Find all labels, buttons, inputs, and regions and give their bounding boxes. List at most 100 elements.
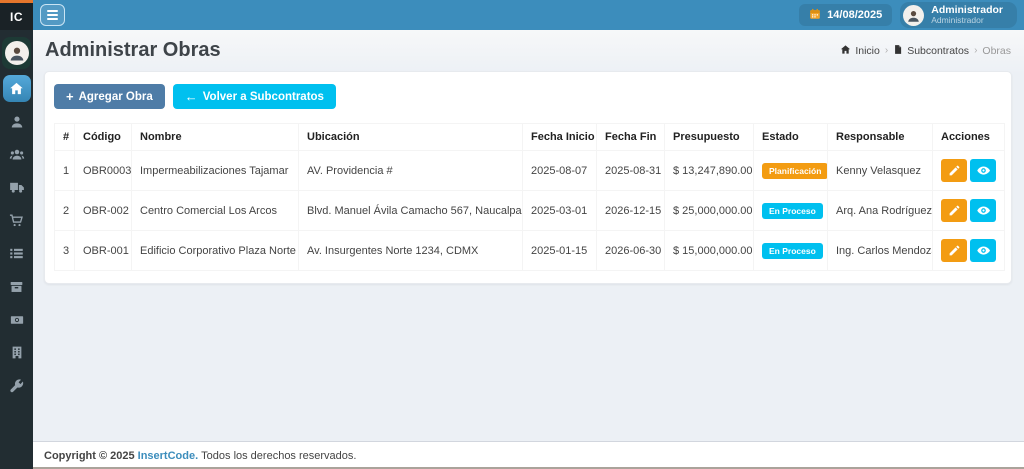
user-role: Administrador	[931, 16, 1003, 25]
file-icon	[893, 44, 903, 58]
view-button[interactable]	[970, 239, 996, 262]
cell-fecha-fin: 2026-12-15	[597, 191, 665, 231]
sidebar-item-home[interactable]	[3, 75, 31, 102]
sidebar-item-tools[interactable]	[3, 372, 31, 399]
user-icon	[10, 115, 24, 129]
cell-presupuesto: $ 13,247,890.00	[665, 151, 754, 191]
copyright-text: Copyright © 2025	[44, 450, 135, 462]
back-button-label: Volver a Subcontratos	[203, 91, 324, 103]
edit-button[interactable]	[941, 159, 967, 182]
home-icon	[9, 81, 24, 96]
cell-responsable: Ing. Carlos Mendoza	[828, 231, 933, 271]
obras-table: # Código Nombre Ubicación Fecha Inicio F…	[54, 123, 1005, 271]
sidebar-item-users[interactable]	[3, 141, 31, 168]
brand-link[interactable]: InsertCode.	[138, 450, 199, 462]
cell-responsable: Arq. Ana Rodríguez	[828, 191, 933, 231]
app-logo[interactable]: IC	[0, 0, 33, 30]
edit-button[interactable]	[941, 199, 967, 222]
cell-estado: En Proceso	[754, 191, 828, 231]
cell-num: 2	[55, 191, 75, 231]
col-header-presupuesto: Presupuesto	[665, 124, 754, 151]
col-header-num: #	[55, 124, 75, 151]
sidebar-user-panel[interactable]	[2, 37, 31, 69]
users-icon	[9, 147, 25, 162]
pencil-icon	[948, 164, 961, 177]
footer: Copyright © 2025 InsertCode. Todos los d…	[33, 441, 1024, 469]
cell-ubicacion: Blvd. Manuel Ávila Camacho 567, Naucalpa…	[299, 191, 523, 231]
col-header-ubicacion: Ubicación	[299, 124, 523, 151]
cell-ubicacion: Av. Insurgentes Norte 1234, CDMX	[299, 231, 523, 271]
date-text: 14/08/2025	[827, 9, 882, 21]
view-button[interactable]	[970, 199, 996, 222]
sidebar-item-archive[interactable]	[3, 273, 31, 300]
status-badge: Planificación	[762, 163, 828, 179]
cell-acciones	[933, 231, 1005, 271]
cell-fecha-inicio: 2025-01-15	[523, 231, 597, 271]
col-header-codigo: Código	[75, 124, 132, 151]
pencil-icon	[948, 204, 961, 217]
top-navbar: 14/08/2025 Administrador Administrador	[33, 0, 1024, 30]
calendar-icon	[809, 8, 821, 23]
wrench-icon	[9, 378, 24, 393]
arrow-left-icon: ←	[185, 90, 198, 103]
eye-icon	[976, 164, 991, 177]
col-header-fecha-fin: Fecha Fin	[597, 124, 665, 151]
sidebar-item-money[interactable]	[3, 306, 31, 333]
cell-presupuesto: $ 25,000,000.00	[665, 191, 754, 231]
list-icon	[9, 246, 24, 261]
shopping-cart-icon	[9, 213, 24, 228]
cell-acciones	[933, 151, 1005, 191]
col-header-acciones: Acciones	[933, 124, 1005, 151]
col-header-responsable: Responsable	[828, 124, 933, 151]
add-obra-label: Agregar Obra	[79, 91, 153, 103]
toolbar: + Agregar Obra ← Volver a Subcontratos	[54, 84, 1002, 109]
date-display[interactable]: 14/08/2025	[799, 4, 892, 26]
sidebar-item-list[interactable]	[3, 240, 31, 267]
edit-button[interactable]	[941, 239, 967, 262]
cell-nombre: Impermeabilizaciones Tajamar	[132, 151, 299, 191]
sidebar-toggle-button[interactable]	[40, 4, 65, 26]
plus-icon: +	[66, 90, 74, 103]
user-menu[interactable]: Administrador Administrador	[900, 2, 1017, 28]
breadcrumb-current: Obras	[982, 45, 1011, 57]
page-title: Administrar Obras	[45, 39, 221, 62]
cell-num: 3	[55, 231, 75, 271]
sidebar-item-truck[interactable]	[3, 174, 31, 201]
user-avatar-icon	[5, 41, 29, 65]
sidebar-item-user[interactable]	[3, 108, 31, 135]
table-header-row: # Código Nombre Ubicación Fecha Inicio F…	[55, 124, 1005, 151]
table-row: 2 OBR-002 Centro Comercial Los Arcos Blv…	[55, 191, 1005, 231]
cell-fecha-inicio: 2025-03-01	[523, 191, 597, 231]
breadcrumb-inicio-label: Inicio	[855, 45, 880, 57]
sidebar: IC	[0, 0, 33, 469]
cell-fecha-fin: 2026-06-30	[597, 231, 665, 271]
status-badge: En Proceso	[762, 203, 823, 219]
cell-nombre: Edificio Corporativo Plaza Norte	[132, 231, 299, 271]
back-to-subcontratos-button[interactable]: ← Volver a Subcontratos	[173, 84, 336, 109]
sidebar-item-cart[interactable]	[3, 207, 31, 234]
cell-fecha-inicio: 2025-08-07	[523, 151, 597, 191]
table-row: 3 OBR-001 Edificio Corporativo Plaza Nor…	[55, 231, 1005, 271]
cell-ubicacion: AV. Providencia #	[299, 151, 523, 191]
breadcrumb-separator: ›	[974, 45, 977, 56]
add-obra-button[interactable]: + Agregar Obra	[54, 84, 165, 109]
breadcrumb-inicio[interactable]: Inicio	[840, 44, 880, 58]
sidebar-item-building[interactable]	[3, 339, 31, 366]
col-header-fecha-inicio: Fecha Inicio	[523, 124, 597, 151]
content-header: Administrar Obras Inicio › Subcontratos …	[44, 37, 1012, 71]
breadcrumb-subcontratos[interactable]: Subcontratos	[893, 44, 969, 58]
breadcrumb: Inicio › Subcontratos › Obras	[840, 44, 1011, 58]
app-root: IC	[0, 0, 1024, 469]
building-icon	[10, 345, 24, 360]
breadcrumb-separator: ›	[885, 45, 888, 56]
cell-estado: En Proceso	[754, 231, 828, 271]
cell-fecha-fin: 2025-08-31	[597, 151, 665, 191]
col-header-estado: Estado	[754, 124, 828, 151]
view-button[interactable]	[970, 159, 996, 182]
cell-codigo: OBR-002	[75, 191, 132, 231]
rights-text: Todos los derechos reservados.	[201, 450, 356, 462]
money-bill-icon	[9, 313, 25, 327]
cell-num: 1	[55, 151, 75, 191]
cell-codigo: OBR-001	[75, 231, 132, 271]
user-avatar-icon	[903, 5, 924, 26]
